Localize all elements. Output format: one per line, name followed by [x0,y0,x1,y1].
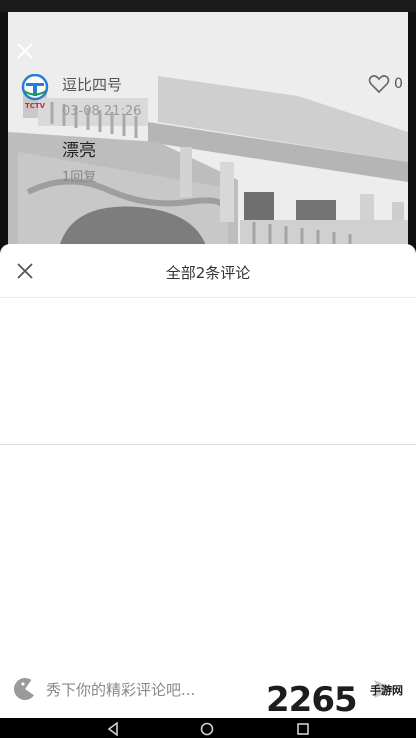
emoji-icon[interactable] [12,676,38,702]
watermark-site: 手游网 [370,684,403,697]
comment-text: 漂亮 [62,141,96,161]
watermark-number: 2265 [266,680,358,720]
comments-sheet: 全部2条评论 [0,244,416,718]
recents-icon[interactable] [296,722,310,736]
app-screen: 全部2条评论 TCTV 逗比四号 03-08 21:26 漂亮 1回复 0 22… [0,0,416,738]
reply-count[interactable]: 1回复 [62,166,96,185]
back-icon[interactable] [106,722,120,736]
like-count: 0 [394,76,403,92]
photo-viewer[interactable] [8,12,408,252]
sheet-title: 全部2条评论 [165,264,251,282]
comment-divider [0,444,416,445]
sheet-header: 全部2条评论 [0,244,416,298]
comment-username[interactable]: 逗比四号 [62,74,122,95]
home-icon[interactable] [200,722,214,736]
photo-close-icon[interactable] [14,40,36,62]
top-status-strip [0,0,416,12]
avatar-label: TCTV [25,102,46,110]
house-photo [8,12,408,252]
heart-icon[interactable] [368,74,390,94]
avatar[interactable]: TCTV [18,74,52,110]
system-nav-bar [0,718,416,738]
comment-time: 03-08 21:26 [62,104,142,119]
